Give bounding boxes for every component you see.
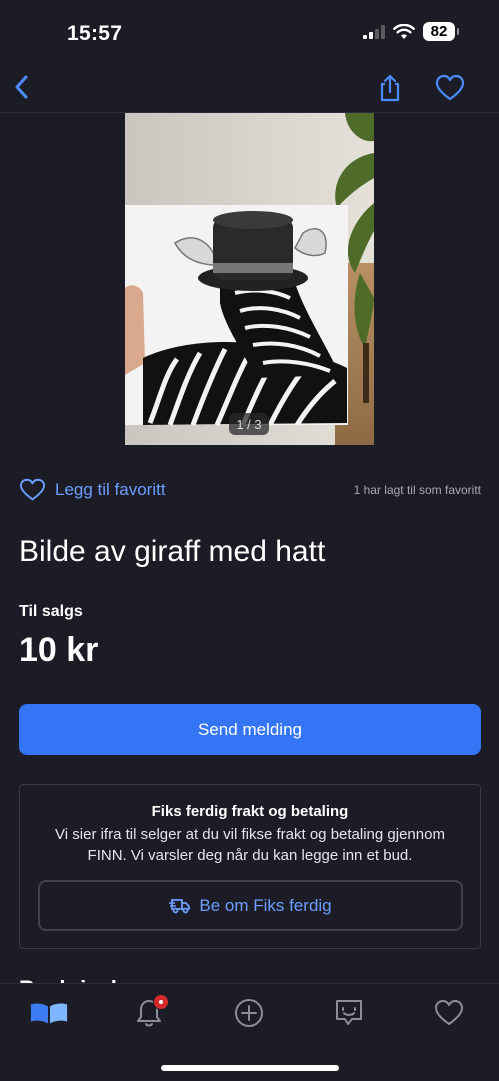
favorite-row: Legg til favoritt 1 har lagt til som fav… <box>19 475 481 505</box>
fiks-ferdig-description: Vi sier ifra til selger at du vil fikse … <box>55 826 445 864</box>
home-icon <box>30 1003 68 1024</box>
heart-icon[interactable] <box>19 478 46 502</box>
favorite-count-text: 1 har lagt til som favoritt <box>353 483 481 497</box>
favorite-button-top[interactable] <box>435 74 465 107</box>
tab-home[interactable] <box>29 996 69 1030</box>
heart-icon <box>435 74 465 101</box>
notification-badge <box>153 994 169 1010</box>
send-message-button[interactable]: Send melding <box>19 704 481 755</box>
status-icons: 82 <box>363 22 459 41</box>
fiks-ferdig-card: Fiks ferdig frakt og betaling Vi sier if… <box>19 784 481 949</box>
request-fiks-ferdig-button[interactable]: Be om Fiks ferdig <box>38 880 463 931</box>
tab-messages[interactable] <box>329 996 369 1030</box>
image-counter: 1 / 3 <box>229 413 269 435</box>
back-icon <box>15 75 28 99</box>
listing-price: 10 kr <box>19 631 99 669</box>
zebra-painting-image <box>125 113 374 445</box>
wifi-icon <box>393 23 415 39</box>
tab-favorites[interactable] <box>429 996 469 1030</box>
new-ad-icon <box>235 999 263 1027</box>
cellular-signal-icon <box>363 24 385 39</box>
listing-title: Bilde av giraff med hatt <box>19 535 326 568</box>
status-bar: 15:57 82 <box>0 0 499 64</box>
fiks-ferdig-title: Fiks ferdig frakt og betaling <box>151 803 349 820</box>
share-icon <box>380 74 400 102</box>
delivery-truck-icon <box>169 898 191 913</box>
tab-new-ad[interactable] <box>229 996 269 1030</box>
favorites-icon <box>435 1000 463 1025</box>
share-button[interactable] <box>377 74 403 107</box>
status-time: 15:57 <box>67 22 123 45</box>
battery-level: 82 <box>423 22 459 41</box>
navigation-bar <box>0 64 499 113</box>
back-button[interactable] <box>12 74 34 105</box>
home-indicator <box>161 1065 339 1071</box>
request-fiks-ferdig-label: Be om Fiks ferdig <box>199 895 332 915</box>
tab-notifications[interactable] <box>129 994 169 1030</box>
listing-photo[interactable]: 1 / 3 <box>125 113 374 445</box>
messages-icon <box>336 1000 362 1025</box>
add-favorite-link[interactable]: Legg til favoritt <box>55 480 166 500</box>
listing-status: Til salgs <box>19 603 83 620</box>
